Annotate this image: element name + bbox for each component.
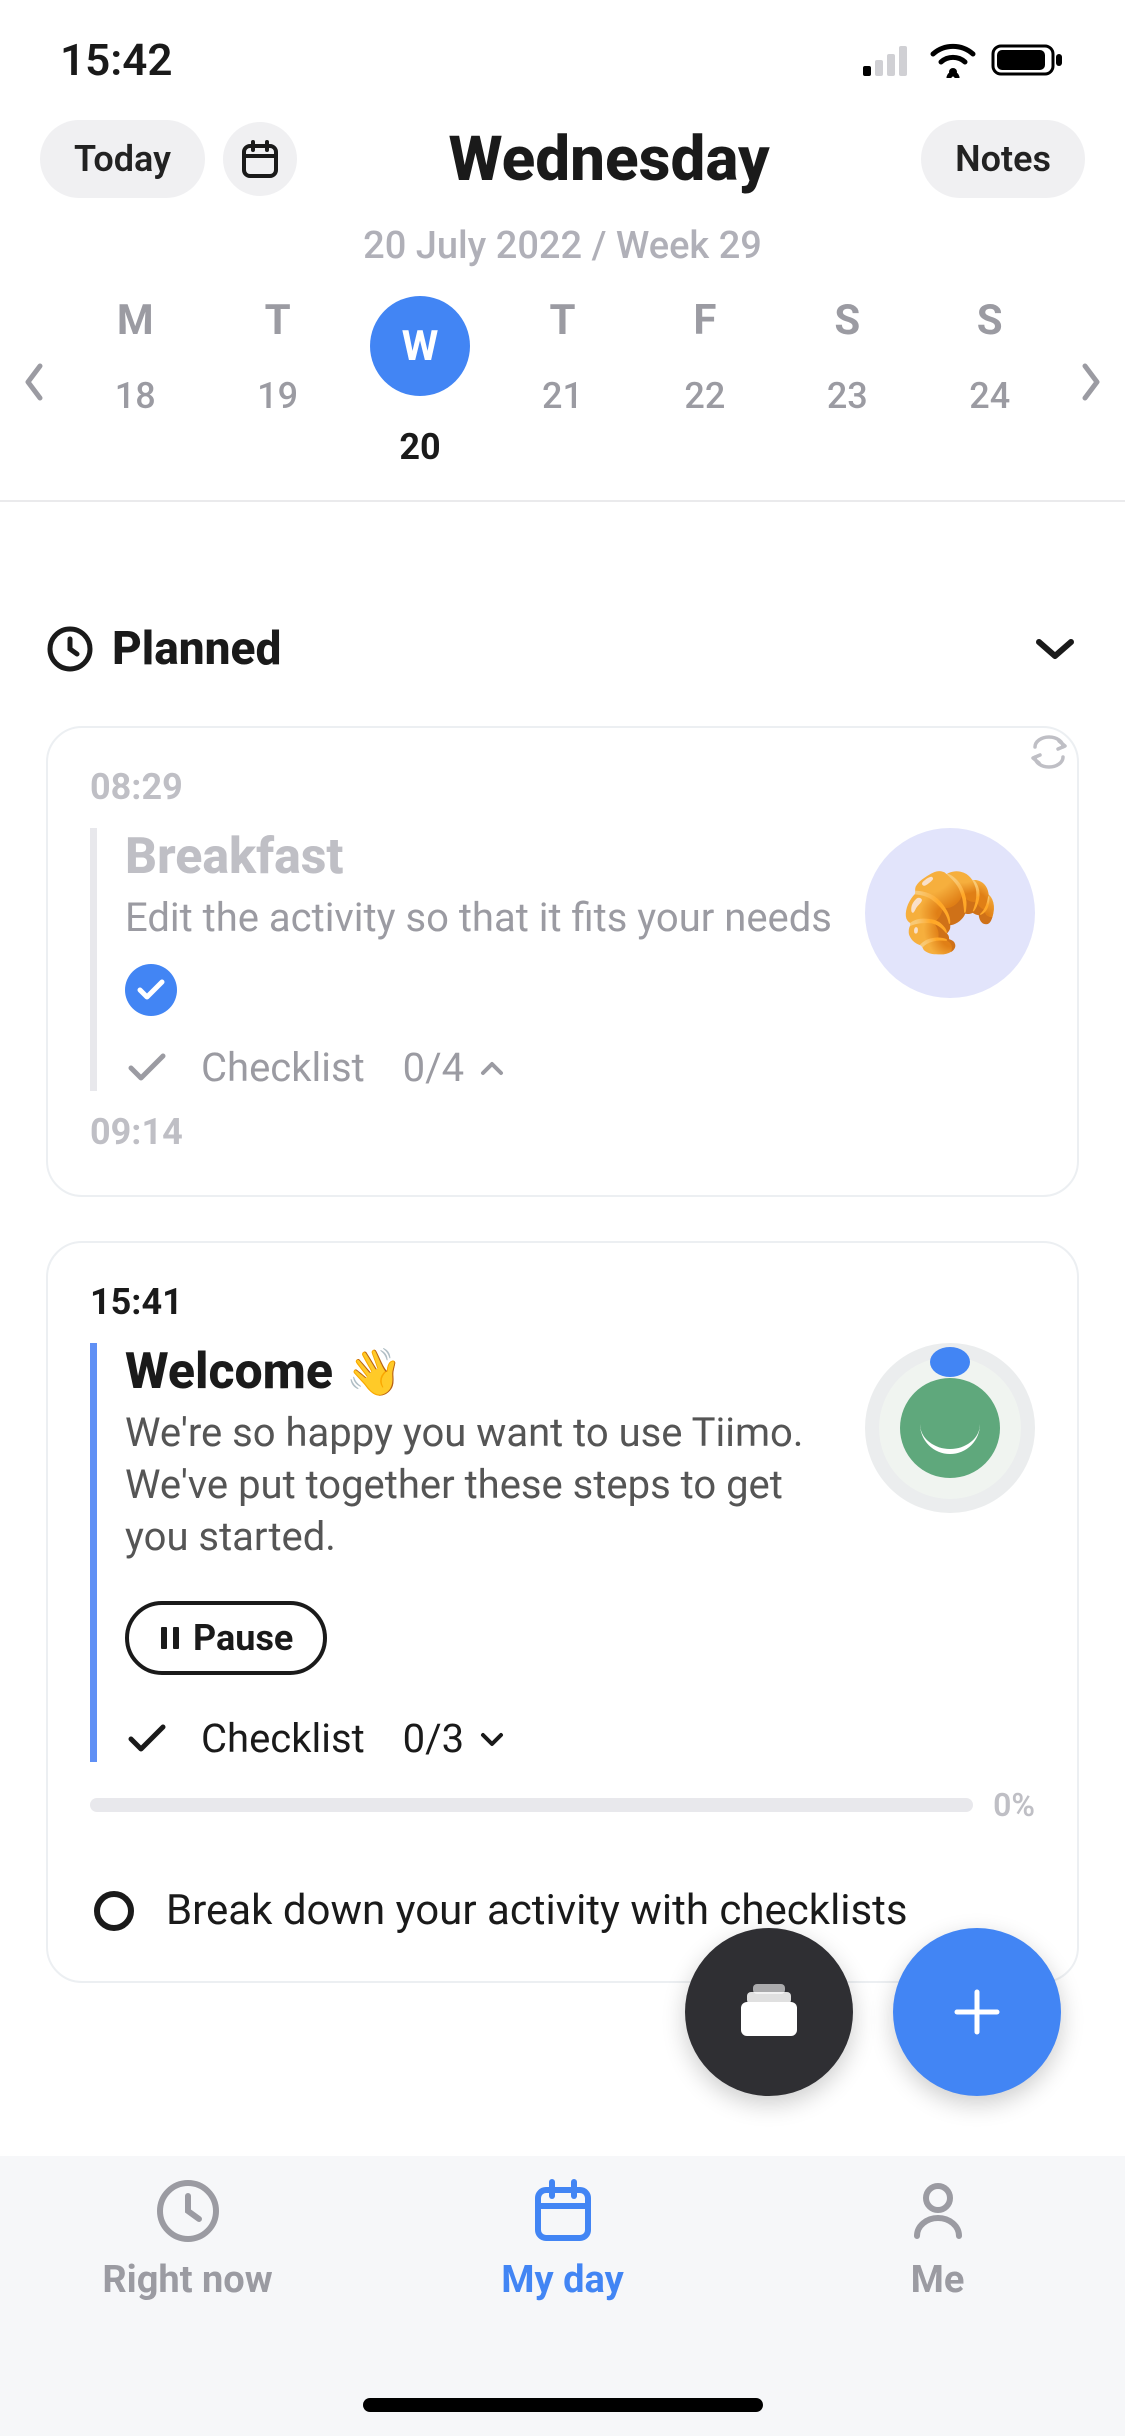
day-20[interactable]: W 20 [360, 296, 480, 468]
pause-icon [159, 1625, 181, 1651]
progress-row: 0% [90, 1786, 1035, 1824]
battery-icon [991, 42, 1065, 78]
wifi-icon [929, 42, 977, 78]
day-letter: W [370, 296, 470, 396]
check-icon [136, 978, 166, 1002]
day-18[interactable]: M 18 [75, 296, 195, 468]
day-24[interactable]: S 24 [930, 296, 1050, 468]
chevron-down-icon [478, 1729, 506, 1749]
status-bar: 15:42 [0, 0, 1125, 120]
day-letter: T [265, 296, 291, 345]
day-23[interactable]: S 23 [787, 296, 907, 468]
check-icon [125, 1050, 169, 1086]
chevron-right-icon [1077, 360, 1105, 404]
progress-bar [90, 1798, 973, 1812]
nav-me[interactable]: Me [750, 2176, 1125, 2436]
day-number: 23 [827, 375, 868, 417]
inbox-fab[interactable] [685, 1928, 853, 2096]
done-badge[interactable] [125, 964, 177, 1016]
subtask-checkbox[interactable] [94, 1891, 134, 1931]
repeat-icon [1029, 732, 1069, 772]
day-letter: M [117, 296, 154, 345]
cellular-icon [863, 44, 915, 76]
activity-icon-breakfast: 🥐 [865, 828, 1035, 998]
chevron-down-icon [1031, 634, 1079, 664]
planned-section-header[interactable]: Planned [46, 622, 1079, 676]
next-week-button[interactable] [1061, 360, 1121, 404]
status-icons [863, 42, 1065, 78]
week-strip: M 18 T 19 W 20 T 21 F 22 S 23 S 24 [0, 268, 1125, 502]
clock-icon [46, 625, 94, 673]
card-title: Welcome [125, 1343, 333, 1401]
nav-label: Me [911, 2258, 965, 2302]
day-letter: S [834, 296, 860, 345]
day-number: 22 [684, 375, 725, 417]
home-indicator[interactable] [363, 2398, 763, 2412]
planned-label: Planned [112, 622, 281, 676]
fab-container [685, 1928, 1061, 2096]
day-number: 21 [542, 375, 583, 417]
card-end-time: 09:14 [90, 1111, 1035, 1153]
header-subtitle: 20 July 2022 / Week 29 [40, 224, 1085, 268]
card-start-time: 08:29 [90, 766, 1035, 808]
day-22[interactable]: F 22 [645, 296, 765, 468]
pause-label: Pause [193, 1617, 293, 1659]
nav-right-now[interactable]: Right now [0, 2176, 375, 2436]
nav-my-day[interactable]: My day [375, 2176, 750, 2436]
day-letter: T [549, 296, 575, 345]
day-letter: S [977, 296, 1003, 345]
day-number: 20 [399, 426, 440, 468]
calendar-icon [528, 2176, 598, 2246]
nav-label: Right now [102, 2258, 272, 2302]
notes-button[interactable]: Notes [921, 120, 1085, 198]
calendar-icon [239, 138, 281, 180]
today-button[interactable]: Today [40, 120, 205, 198]
plus-icon [947, 1982, 1007, 2042]
card-start-time: 15:41 [90, 1281, 1035, 1323]
wave-emoji: 👋 [345, 1346, 402, 1400]
day-19[interactable]: T 19 [218, 296, 338, 468]
page-title: Wednesday [315, 123, 903, 196]
checklist-label: Checklist [201, 1044, 365, 1091]
checklist-count: 0/4 [403, 1044, 464, 1091]
day-21[interactable]: T 21 [502, 296, 622, 468]
check-icon [125, 1721, 169, 1757]
day-number: 19 [257, 375, 298, 417]
card-title: Breakfast [125, 828, 835, 886]
card-description: We're so happy you want to use Tiimo. We… [125, 1407, 835, 1563]
clock-icon [153, 2176, 223, 2246]
nav-label: My day [501, 2258, 623, 2302]
inbox-icon [733, 1982, 805, 2042]
day-letter: F [693, 296, 716, 345]
progress-percent: 0% [993, 1786, 1035, 1824]
day-number: 24 [969, 375, 1010, 417]
card-description: Edit the activity so that it fits your n… [125, 892, 835, 944]
add-fab[interactable] [893, 1928, 1061, 2096]
checklist-count: 0/3 [403, 1715, 464, 1762]
day-number: 18 [115, 375, 156, 417]
person-icon [903, 2176, 973, 2246]
bottom-nav: Right now My day Me [0, 2156, 1125, 2436]
chevron-up-icon [478, 1058, 506, 1078]
pause-button[interactable]: Pause [125, 1601, 327, 1675]
chevron-left-icon [20, 360, 48, 404]
checklist-toggle[interactable]: Checklist 0/3 [125, 1715, 835, 1762]
activity-card-welcome[interactable]: 15:41 Welcome 👋 We're so happy you want … [46, 1241, 1079, 1983]
checklist-toggle[interactable]: Checklist 0/4 [125, 1044, 835, 1091]
status-time: 15:42 [60, 34, 173, 86]
checklist-label: Checklist [201, 1715, 365, 1762]
activity-card-breakfast[interactable]: 08:29 Breakfast Edit the activity so tha… [46, 726, 1079, 1197]
activity-icon-welcome [865, 1343, 1035, 1513]
prev-week-button[interactable] [4, 360, 64, 404]
croissant-emoji: 🥐 [900, 866, 1000, 960]
calendar-button[interactable] [223, 122, 297, 196]
header: Today Wednesday Notes 20 July 2022 / Wee… [0, 120, 1125, 268]
